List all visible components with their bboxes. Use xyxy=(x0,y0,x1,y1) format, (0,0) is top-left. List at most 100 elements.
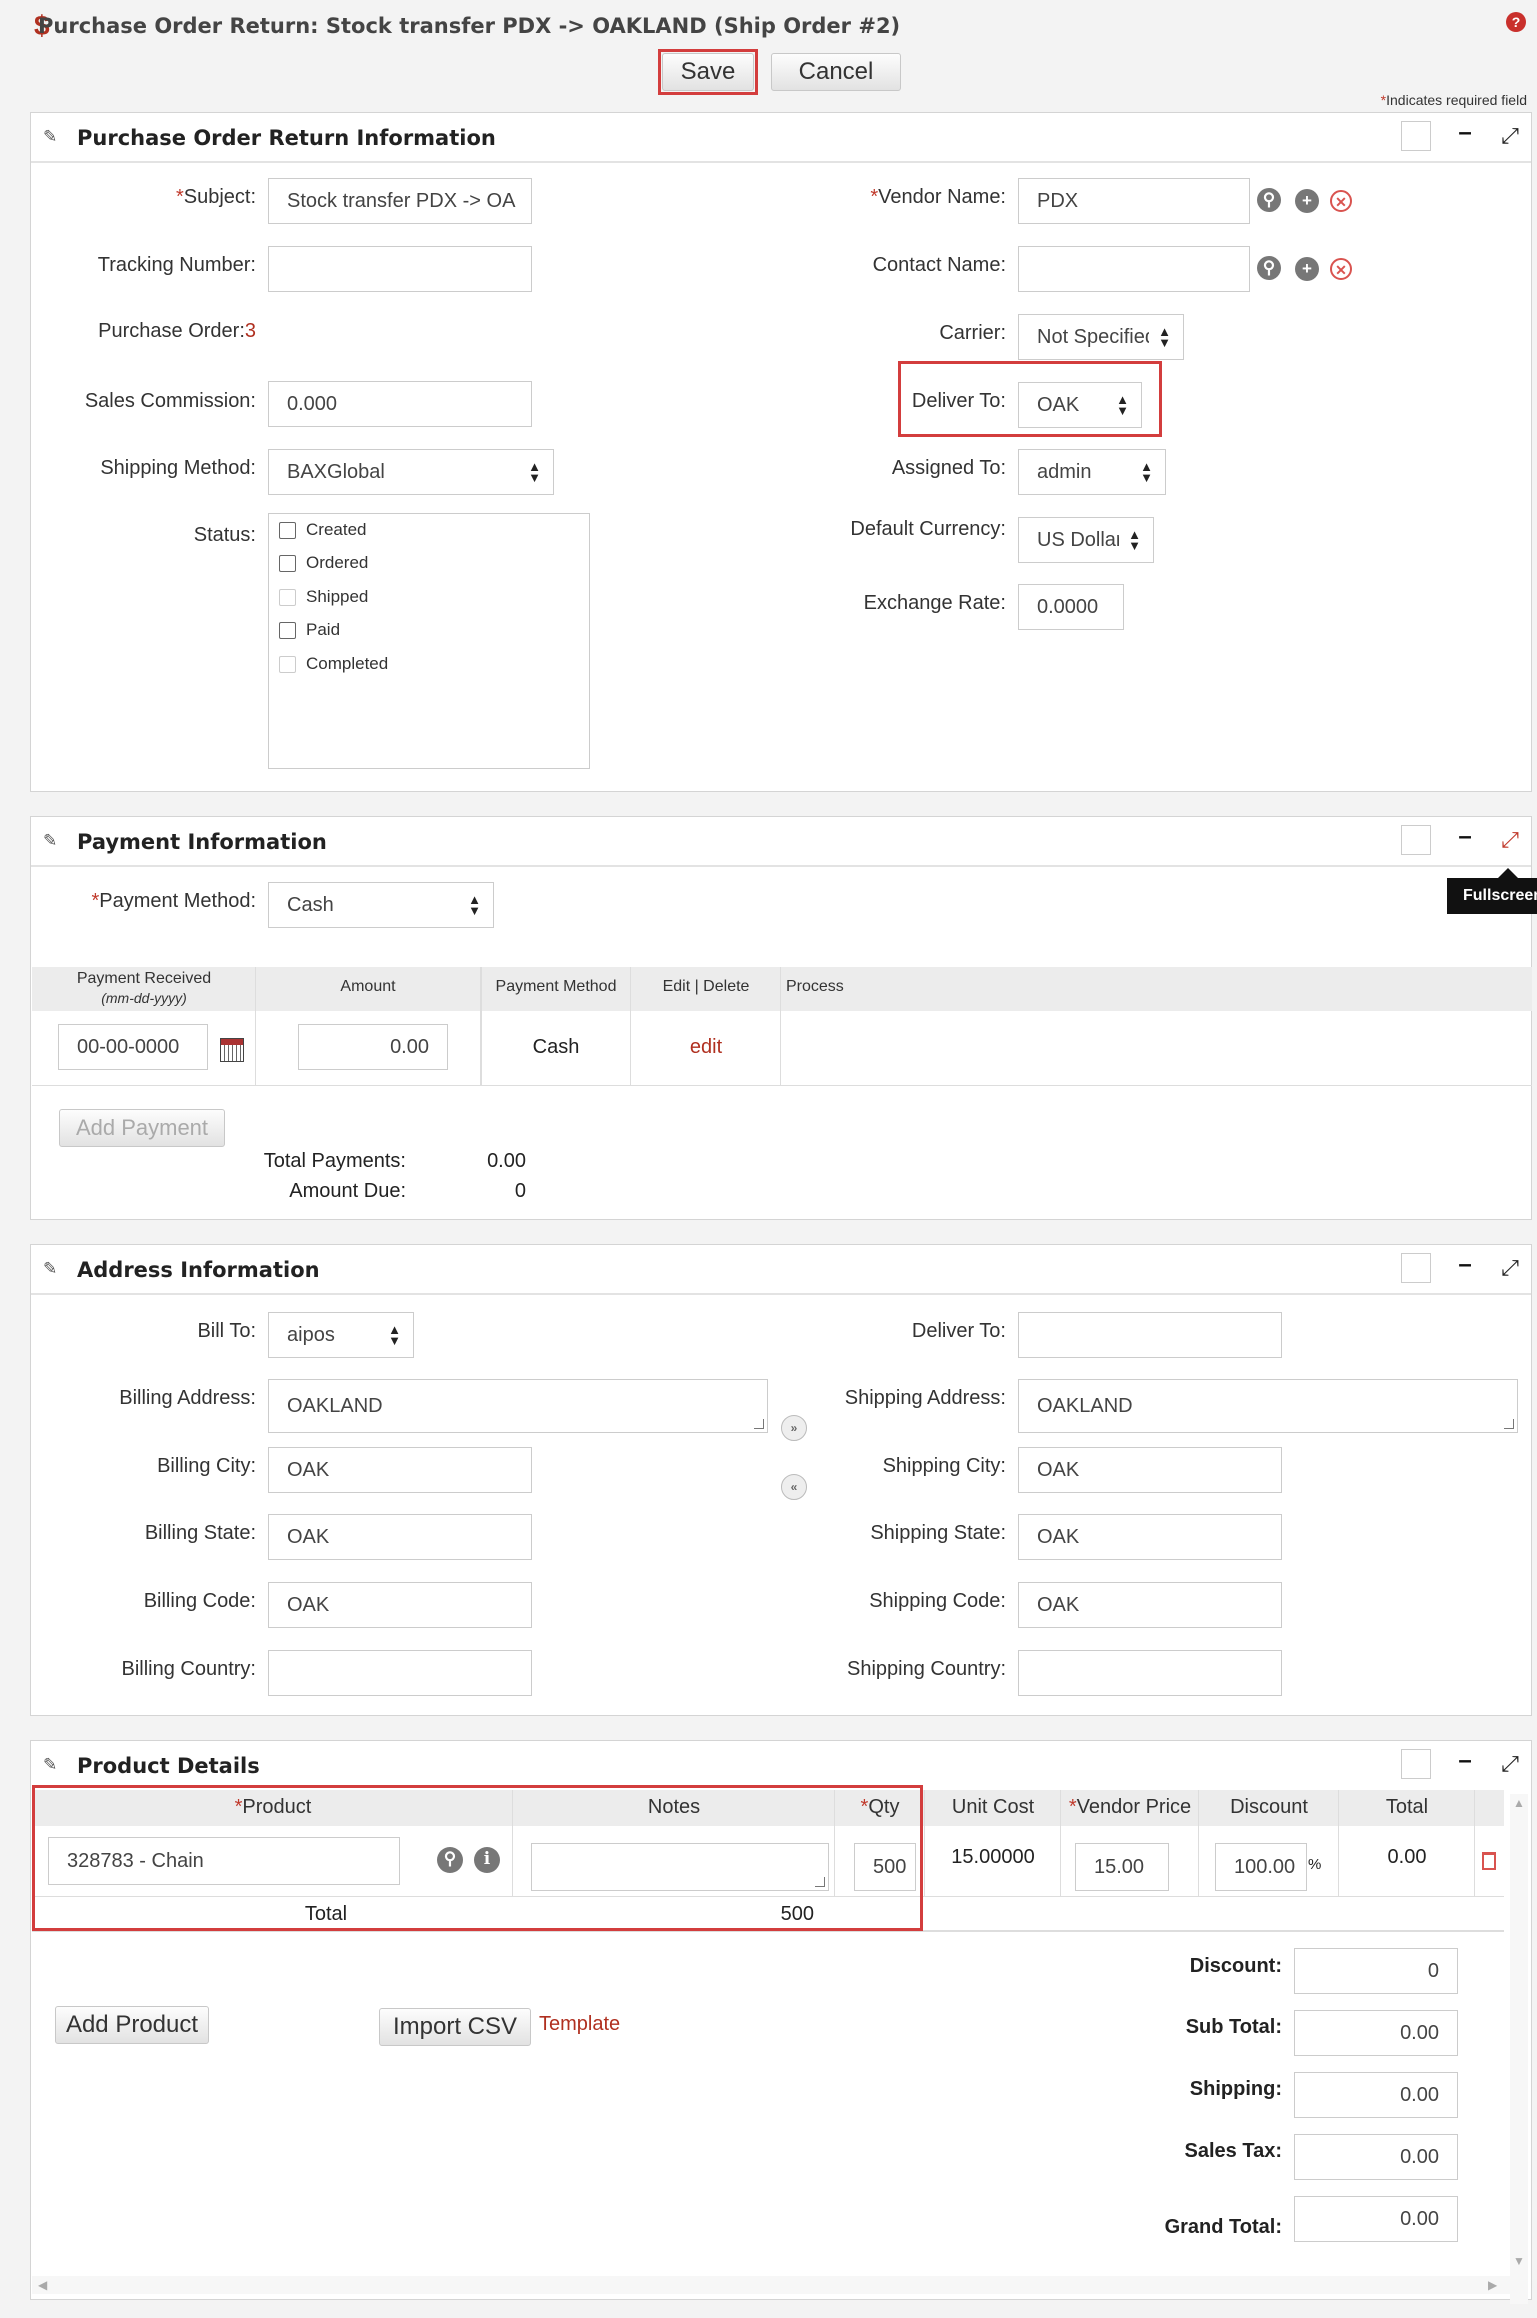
qty-input[interactable]: 500 xyxy=(854,1843,916,1891)
minimize-icon[interactable]: – xyxy=(1453,825,1477,852)
cancel-button[interactable]: Cancel xyxy=(771,53,901,91)
save-button[interactable]: Save xyxy=(662,53,754,91)
col-product: *Product xyxy=(234,1796,312,1818)
clear-icon[interactable]: ✕ xyxy=(1330,190,1352,212)
subject-input[interactable]: Stock transfer PDX -> OA xyxy=(268,178,532,224)
add-icon[interactable]: + xyxy=(1295,257,1319,281)
billing-state-input[interactable]: OAK xyxy=(268,1514,532,1560)
panel-toggle-box[interactable] xyxy=(1401,1253,1431,1283)
percent-sign: % xyxy=(1308,1856,1322,1873)
sales-tax-input[interactable]: 0.00 xyxy=(1294,2134,1458,2180)
billing-code-input[interactable]: OAK xyxy=(268,1582,532,1628)
billing-state-label: Billing State: xyxy=(144,1522,256,1544)
edit-icon: ✎ xyxy=(43,1755,58,1774)
resize-grip-icon[interactable] xyxy=(754,1419,764,1429)
shipping-city-input[interactable]: OAK xyxy=(1018,1447,1282,1493)
status-paid[interactable]: Paid xyxy=(279,620,340,640)
assigned-select[interactable]: admin ▲ ▼ xyxy=(1018,449,1166,495)
info-panel-header: ✎ Purchase Order Return Information – ⤢ xyxy=(31,113,1531,163)
clear-icon[interactable]: ✕ xyxy=(1330,258,1352,280)
shipping-total-input[interactable]: 0.00 xyxy=(1294,2072,1458,2118)
search-icon[interactable]: ⚲ xyxy=(1257,188,1281,212)
billing-address-input[interactable]: OAKLAND xyxy=(268,1379,768,1433)
shipping-country-input[interactable] xyxy=(1018,1650,1282,1696)
bill-to-select[interactable]: aipos ▲ ▼ xyxy=(268,1312,414,1358)
trash-icon[interactable] xyxy=(1482,1852,1496,1870)
shipping-country-label: Shipping Country: xyxy=(847,1658,1006,1680)
contact-input[interactable] xyxy=(1018,246,1250,292)
shipping-method-select[interactable]: BAXGlobal ▲ ▼ xyxy=(268,449,554,495)
resize-grip-icon[interactable] xyxy=(815,1877,825,1887)
horizontal-scrollbar[interactable] xyxy=(32,2276,1510,2294)
copy-right-icon[interactable]: » xyxy=(781,1415,807,1441)
shipping-code-input[interactable]: OAK xyxy=(1018,1582,1282,1628)
payment-edit-link[interactable]: edit xyxy=(632,1036,780,1059)
edit-icon: ✎ xyxy=(43,127,58,146)
scroll-down-icon[interactable]: ▼ xyxy=(1513,2254,1525,2268)
carrier-select[interactable]: Not Specified ▲ ▼ xyxy=(1018,314,1184,360)
col-process: Process xyxy=(786,978,844,995)
info-icon[interactable]: i xyxy=(474,1847,500,1873)
panel-toggle-box[interactable] xyxy=(1401,825,1431,855)
product-input[interactable]: 328783 - Chain xyxy=(48,1837,400,1885)
currency-label: Default Currency: xyxy=(850,518,1006,540)
shipping-state-input[interactable]: OAK xyxy=(1018,1514,1282,1560)
exchange-input[interactable]: 0.0000 xyxy=(1018,584,1124,630)
help-icon[interactable]: ? xyxy=(1506,12,1526,32)
col-notes: Notes xyxy=(647,1796,701,1818)
chevron-updown-icon: ▲ ▼ xyxy=(388,1322,401,1348)
payment-method-label: *Payment Method: xyxy=(91,890,256,912)
billing-country-input[interactable] xyxy=(268,1650,532,1696)
panel-toggle-box[interactable] xyxy=(1401,1749,1431,1779)
currency-select[interactable]: US Dollar ▲ ▼ xyxy=(1018,517,1154,563)
add-product-button[interactable]: Add Product xyxy=(55,2006,209,2044)
fullscreen-icon[interactable]: ⤢ xyxy=(1497,827,1523,853)
import-csv-button[interactable]: Import CSV xyxy=(379,2008,531,2046)
deliver-to-select[interactable]: OAK ▲ ▼ xyxy=(1018,382,1142,428)
minimize-icon[interactable]: – xyxy=(1453,1253,1477,1280)
deliver-to-address-input[interactable] xyxy=(1018,1312,1282,1358)
add-icon[interactable]: + xyxy=(1295,189,1319,213)
payment-amount-input[interactable]: 0.00 xyxy=(298,1024,448,1070)
expand-icon[interactable]: ⤢ xyxy=(1497,123,1523,149)
status-ordered[interactable]: Ordered xyxy=(279,553,368,573)
address-panel-title: Address Information xyxy=(77,1258,320,1282)
product-total-label: Total xyxy=(304,1903,348,1925)
page-title: Purchase Order Return: Stock transfer PD… xyxy=(38,14,901,38)
address-panel-header: ✎ Address Information – ⤢ xyxy=(31,1245,1531,1295)
status-created[interactable]: Created xyxy=(279,520,366,540)
col-unit-cost: Unit Cost xyxy=(951,1796,1035,1818)
scroll-right-icon[interactable]: ▶ xyxy=(1488,2278,1497,2292)
minimize-icon[interactable]: – xyxy=(1453,1749,1477,1776)
scroll-left-icon[interactable]: ◀ xyxy=(38,2278,47,2292)
calendar-icon[interactable] xyxy=(220,1038,244,1062)
payment-method-select[interactable]: Cash ▲ ▼ xyxy=(268,882,494,928)
payment-date-input[interactable]: 00-00-0000 xyxy=(58,1024,208,1070)
scroll-up-icon[interactable]: ▲ xyxy=(1513,1796,1525,1810)
billing-city-input[interactable]: OAK xyxy=(268,1447,532,1493)
search-icon[interactable]: ⚲ xyxy=(437,1847,463,1873)
edit-icon: ✎ xyxy=(43,831,58,850)
billing-city-label: Billing City: xyxy=(157,1455,256,1477)
panel-toggle-box[interactable] xyxy=(1401,121,1431,151)
discount-input[interactable]: 100.00 xyxy=(1215,1843,1307,1891)
minimize-icon[interactable]: – xyxy=(1453,121,1477,148)
shipping-state-label: Shipping State: xyxy=(870,1522,1006,1544)
tracking-input[interactable] xyxy=(268,246,532,292)
search-icon[interactable]: ⚲ xyxy=(1257,256,1281,280)
expand-icon[interactable]: ⤢ xyxy=(1497,1255,1523,1281)
po-link[interactable]: 3 xyxy=(245,320,256,342)
add-payment-button[interactable]: Add Payment xyxy=(59,1109,225,1147)
expand-icon[interactable]: ⤢ xyxy=(1497,1751,1523,1777)
total-payments-value: 0.00 xyxy=(487,1150,526,1172)
template-link[interactable]: Template xyxy=(539,2013,620,2036)
vertical-scrollbar[interactable] xyxy=(1510,1794,1528,2304)
discount-total-input[interactable]: 0 xyxy=(1294,1948,1458,1994)
row-divider xyxy=(32,1930,1504,1932)
shipping-address-input[interactable]: OAKLAND xyxy=(1018,1379,1518,1433)
resize-grip-icon[interactable] xyxy=(1504,1419,1514,1429)
vendor-price-input[interactable]: 15.00 xyxy=(1075,1843,1169,1891)
commission-input[interactable]: 0.000 xyxy=(268,381,532,427)
vendor-input[interactable]: PDX xyxy=(1018,178,1250,224)
notes-input[interactable] xyxy=(531,1843,829,1891)
